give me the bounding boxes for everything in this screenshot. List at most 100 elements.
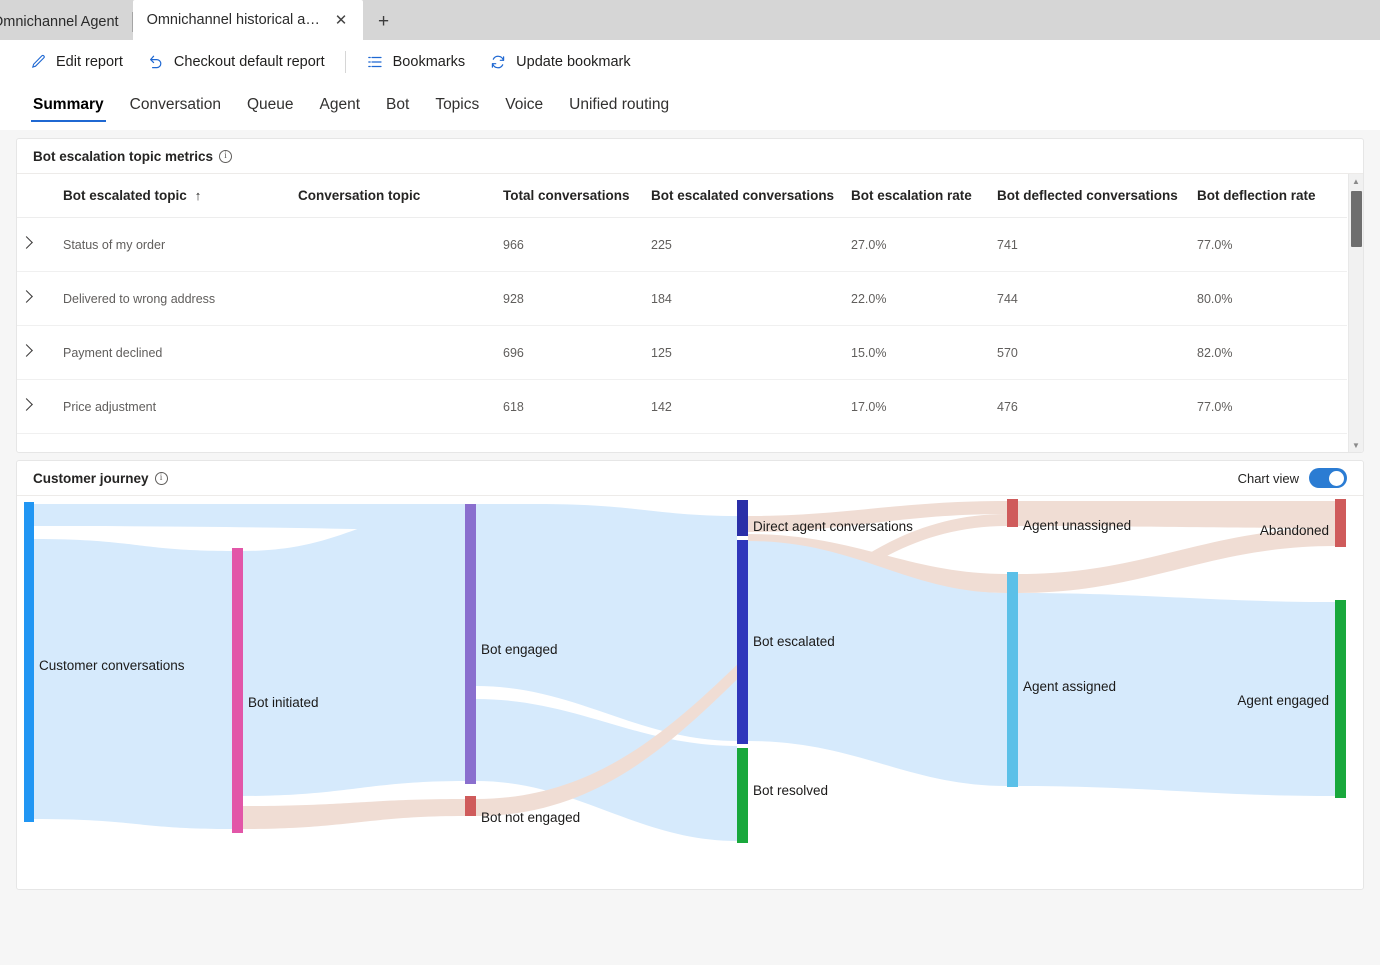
card-header: Customer journey i Chart view [17,461,1363,496]
column-header-bot-deflection-rate[interactable]: Bot deflection rate [1197,174,1347,218]
table-header-row: Bot escalated topic ↑ Conversation topic … [17,174,1347,218]
cell-conversation-topic [298,217,503,272]
cell-total-conversations: 696 [503,325,651,380]
sankey-label-agent-unassigned: Agent unassigned [1023,518,1131,533]
table-row[interactable]: Price adjustment 618 142 17.0% 476 77.0% [17,379,1347,434]
expand-cell[interactable] [17,217,63,272]
table-vertical-scrollbar[interactable]: ▲ ▼ [1348,174,1363,452]
scrollbar-thumb[interactable] [1351,191,1362,247]
expand-cell[interactable] [17,433,63,452]
column-header-conversation-topic[interactable]: Conversation topic [298,174,503,218]
sankey-node-agent-unassigned[interactable] [1007,499,1018,527]
tab-queue[interactable]: Queue [234,90,307,124]
cell-deflection-rate: 82.0% [1197,325,1347,380]
sankey-label-agent-assigned: Agent assigned [1023,679,1116,694]
tab-summary[interactable]: Summary [20,90,117,124]
cell-total-conversations: 928 [503,271,651,326]
tab-unified-routing[interactable]: Unified routing [556,90,682,124]
column-header-bot-escalated-topic[interactable]: Bot escalated topic ↑ [63,174,298,218]
cell-escalated-conversations: 125 [651,325,851,380]
sankey-node-direct-agent-conversations[interactable] [737,500,748,536]
sankey-node-bot-not-engaged[interactable] [465,796,476,816]
sankey-label-direct-agent: Direct agent conversations [753,519,913,534]
sankey-label-agent-engaged: Agent engaged [1237,693,1329,708]
browser-tab-strip: Omnichannel Agent Omnichannel historical… [0,0,1380,40]
info-icon[interactable]: i [219,149,233,163]
expand-cell[interactable] [17,379,63,434]
link-customer-to-bot-initiated [34,539,232,829]
customer-journey-sankey: Customer conversations Bot initiated Bot… [17,496,1363,891]
cell-topic: Price adjustment [63,379,298,434]
cell-total-conversations: 966 [503,217,651,272]
journey-title-text: Customer journey [33,470,149,486]
column-header-bot-escalation-rate[interactable]: Bot escalation rate [851,174,997,218]
chart-view-toggle[interactable] [1309,468,1347,488]
chart-view-label: Chart view [1237,470,1299,486]
update-bookmark-label: Update bookmark [516,54,631,70]
scroll-up-icon[interactable]: ▲ [1349,174,1363,189]
checkout-default-report-label: Checkout default report [173,54,325,70]
cell-deflection-rate: 77.0% [1197,217,1347,272]
chevron-right-icon[interactable] [17,394,39,416]
sankey-node-bot-engaged[interactable] [465,504,476,784]
column-header-total-conversations[interactable]: Total conversations [503,174,651,218]
page-title: Bot escalation topic metrics i [33,149,233,164]
sankey-node-abandoned[interactable] [1335,499,1346,547]
edit-report-button[interactable]: Edit report [18,48,135,77]
chevron-right-icon[interactable] [17,286,39,308]
browser-tab-inactive[interactable]: Omnichannel Agent [0,4,133,40]
cell-deflected-conversations: 476 [997,379,1197,434]
sankey-node-bot-initiated[interactable] [232,548,243,833]
checkout-default-report-button[interactable]: Checkout default report [135,47,337,77]
cell-topic: Status of my order [63,217,298,272]
bot-escalation-table: Bot escalated topic ↑ Conversation topic … [17,174,1347,452]
cell-deflection-rate: 80.0% [1197,271,1347,326]
cell-topic: Delivered to wrong address [63,271,298,326]
bookmarks-button[interactable]: Bookmarks [354,47,478,77]
info-icon[interactable]: i [154,471,168,485]
edit-report-label: Edit report [56,54,123,70]
expand-cell[interactable] [17,271,63,326]
link-bot-initiated-to-bot-not-engaged [243,799,465,829]
sankey-label-bot-initiated: Bot initiated [248,695,319,710]
close-icon[interactable]: ✕ [334,12,349,28]
cell-deflected-conversations: 741 [997,217,1197,272]
tab-agent[interactable]: Agent [307,90,374,124]
table-row[interactable]: New accound discount 464 100 12.0% 364 7… [17,433,1347,452]
new-tab-icon[interactable]: + [367,6,401,38]
column-label: Bot escalated topic [63,188,187,203]
column-header-bot-deflected-conversations[interactable]: Bot deflected conversations [997,174,1197,218]
cell-deflection-rate: 77.0% [1197,379,1347,434]
scroll-down-icon[interactable]: ▼ [1349,438,1363,452]
sankey-node-bot-escalated[interactable] [737,540,748,744]
cell-escalated-conversations: 100 [651,433,851,452]
sankey-node-bot-resolved[interactable] [737,748,748,843]
column-header-bot-escalated-conversations[interactable]: Bot escalated conversations [651,174,851,218]
sankey-node-customer-conversations[interactable] [24,502,34,822]
update-bookmark-button[interactable]: Update bookmark [477,47,642,77]
browser-tab-title: Omnichannel Agent [0,14,119,30]
table-row[interactable]: Status of my order 966 225 27.0% 741 77.… [17,217,1347,272]
report-page: Bot escalation topic metrics i Bot escal… [0,130,1380,965]
table-row[interactable]: Payment declined 696 125 15.0% 570 82.0% [17,325,1347,380]
tab-topics[interactable]: Topics [422,90,492,124]
link-bot-initiated-to-bot-engaged [243,508,465,796]
cell-escalation-rate: 22.0% [851,271,997,326]
cell-escalation-rate: 17.0% [851,379,997,434]
card-header: Bot escalation topic metrics i [17,139,1363,174]
chevron-right-icon[interactable] [17,232,39,254]
browser-tab-title: Omnichannel historical ana... [146,12,322,28]
tab-bot[interactable]: Bot [373,90,422,124]
cell-deflected-conversations: 570 [997,325,1197,380]
table-row[interactable]: Delivered to wrong address 928 184 22.0%… [17,271,1347,326]
tab-voice[interactable]: Voice [492,90,556,124]
chevron-right-icon[interactable] [17,448,39,452]
sankey-node-agent-engaged[interactable] [1335,600,1346,798]
cell-deflected-conversations: 364 [997,433,1197,452]
sankey-node-agent-assigned[interactable] [1007,572,1018,787]
expand-cell[interactable] [17,325,63,380]
browser-tab-active[interactable]: Omnichannel historical ana... ✕ [132,0,363,40]
cell-conversation-topic [298,325,503,380]
tab-conversation[interactable]: Conversation [117,90,234,124]
chevron-right-icon[interactable] [17,340,39,362]
